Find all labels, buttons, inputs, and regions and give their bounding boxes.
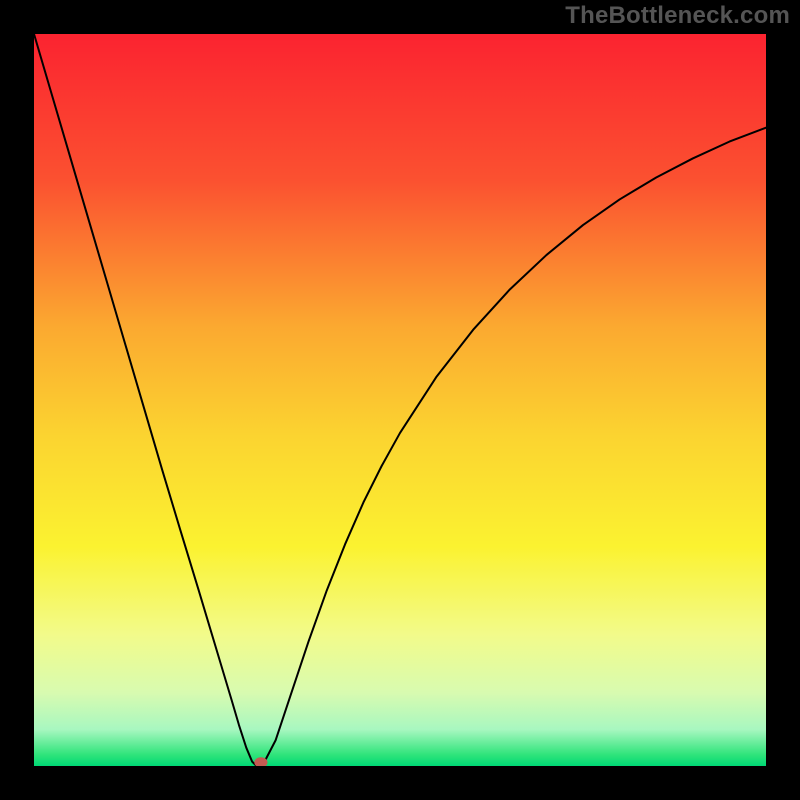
- chart-background: [34, 34, 766, 766]
- watermark-text: TheBottleneck.com: [565, 2, 790, 30]
- bottleneck-chart: [34, 34, 766, 766]
- plot-area: [34, 34, 766, 766]
- chart-frame: TheBottleneck.com: [0, 0, 800, 800]
